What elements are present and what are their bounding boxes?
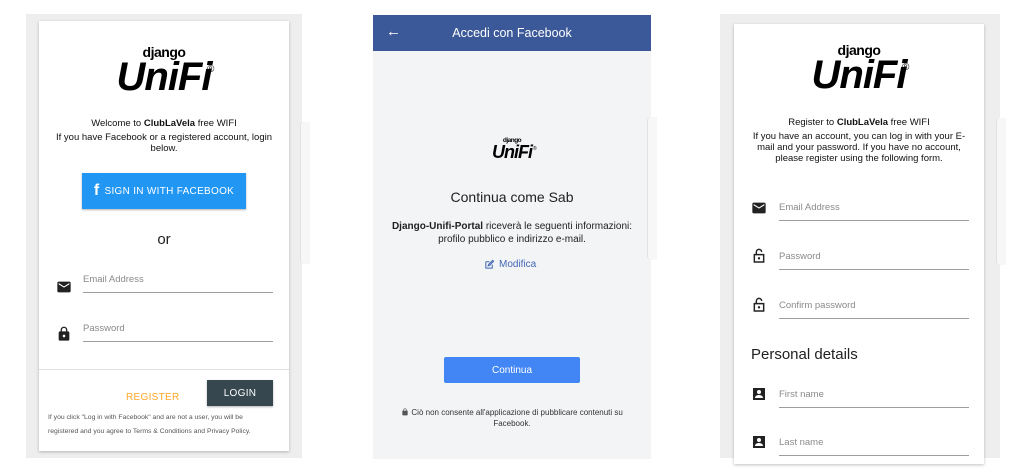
facebook-signin-label: SIGN IN WITH FACEBOOK: [104, 185, 235, 197]
logo-unifi-text: UniFi: [492, 142, 533, 162]
personal-details-heading: Personal details: [751, 346, 858, 363]
register-welcome-text: Register to ClubLaVela free WIFI: [788, 117, 930, 128]
permissions-text: Django-Unifi-Portal riceverà le seguenti…: [391, 221, 633, 245]
email-placeholder: Email Address: [779, 202, 840, 213]
terms-footer-text: If you click "Log in with Facebook" and …: [48, 414, 251, 435]
facebook-consent-screen: ← Accedi con Facebook django UniFi ® Con…: [373, 15, 651, 459]
login-card: django UniFi ® Welcome to ClubLaVela fre…: [39, 21, 289, 451]
password-placeholder: Password: [779, 251, 821, 262]
card-divider: [39, 369, 289, 370]
lock-icon: [402, 408, 408, 416]
register-password-field[interactable]: Password: [779, 246, 969, 270]
facebook-icon: f: [93, 182, 100, 199]
privacy-note: Ciò non consente all'applicazione di pub…: [373, 407, 651, 429]
logo-unifi-text: UniFi: [811, 53, 908, 97]
or-separator: or: [157, 231, 171, 248]
lock-icon: [58, 326, 70, 341]
logo-unifi-text: UniFi: [116, 55, 213, 99]
password-field[interactable]: Password: [83, 318, 273, 342]
unlock-icon: [753, 248, 765, 263]
first-name-placeholder: First name: [779, 389, 824, 400]
last-name-field[interactable]: Last name: [779, 432, 969, 456]
register-screen: django UniFi ® Register to ClubLaVela fr…: [720, 14, 1000, 464]
facebook-header-bar: ← Accedi con Facebook: [373, 15, 651, 51]
continue-as-text: Continua come Sab: [450, 189, 574, 205]
edit-icon: [485, 259, 495, 269]
screen-edge-right-1: [300, 122, 310, 264]
contact-card-icon: [753, 388, 765, 400]
header-title: Accedi con Facebook: [452, 26, 572, 40]
email-placeholder: Email Address: [83, 274, 144, 285]
logo-registered-mark: ®: [902, 62, 910, 73]
login-screen: django UniFi ® Welcome to ClubLaVela fre…: [26, 14, 302, 458]
email-field[interactable]: Email Address: [83, 269, 273, 293]
screen-edge-right-2: [647, 117, 657, 260]
register-button[interactable]: REGISTER: [126, 392, 180, 403]
contact-card-icon: [753, 436, 765, 448]
edit-link[interactable]: Modifica: [484, 259, 536, 270]
app-name: Django-Unifi-Portal: [391, 221, 484, 232]
confirm-password-placeholder: Confirm password: [779, 300, 856, 311]
logo-registered-mark: ®: [533, 146, 537, 152]
last-name-placeholder: Last name: [779, 437, 824, 448]
edit-link-label: Modifica: [499, 259, 537, 270]
email-icon: [752, 202, 766, 214]
unifi-logo-small: django UniFi ®: [486, 137, 538, 162]
unifi-logo: django UniFi ®: [804, 43, 914, 97]
logo-registered-mark: ®: [207, 64, 215, 75]
brand-name: ClubLaVela: [836, 117, 889, 128]
register-card: django UniFi ® Register to ClubLaVela fr…: [734, 24, 984, 464]
first-name-field[interactable]: First name: [779, 384, 969, 408]
screen-edge-right-3: [996, 118, 1006, 265]
register-email-field[interactable]: Email Address: [779, 197, 969, 221]
password-placeholder: Password: [83, 323, 125, 334]
intro-text: If you have Facebook or a registered acc…: [56, 132, 272, 154]
login-button[interactable]: LOGIN: [207, 380, 273, 406]
brand-name: ClubLaVela: [143, 118, 196, 129]
continue-button[interactable]: Continua: [444, 357, 580, 383]
register-intro-text: If you have an account, you can log in w…: [752, 131, 966, 164]
unlock-icon: [753, 297, 765, 312]
welcome-text: Welcome to ClubLaVela free WIFI: [91, 118, 237, 129]
email-icon: [57, 281, 71, 293]
facebook-signin-button[interactable]: f SIGN IN WITH FACEBOOK: [82, 173, 246, 209]
unifi-logo: django UniFi ®: [109, 45, 219, 99]
confirm-password-field[interactable]: Confirm password: [779, 295, 969, 319]
